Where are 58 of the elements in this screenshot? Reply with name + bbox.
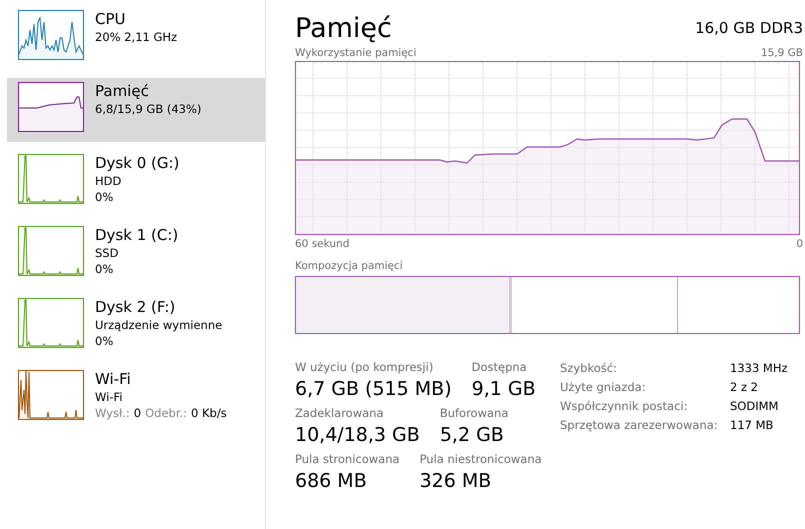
- usage-graph-thumbnail: [18, 226, 84, 276]
- stat-value: 9,1 GB: [472, 377, 536, 402]
- device-detail: 0%: [95, 189, 114, 205]
- graph-label: Wykorzystanie pamięci: [295, 46, 416, 60]
- property-label: Współczynnik postaci:: [560, 398, 688, 414]
- usage-graph-thumbnail: [18, 154, 84, 204]
- sidebar-item[interactable]: Dysk 1 (C:) SSD 0%: [7, 222, 265, 286]
- stat-label: Dostępna: [472, 360, 528, 375]
- device-detail: 0%: [95, 333, 114, 349]
- device-detail: Wi-Fi: [95, 389, 124, 405]
- device-name: Dysk 0 (G:): [95, 154, 180, 173]
- sidebar-item[interactable]: Dysk 2 (F:) Urządzenie wymienne 0%: [7, 294, 265, 358]
- property-label: Szybkość:: [560, 360, 618, 376]
- usage-graph-thumbnail: [18, 82, 84, 132]
- sidebar-item[interactable]: Pamięć 6,8/15,9 GB (43%): [7, 78, 265, 142]
- usage-graph-thumbnail: [18, 298, 84, 348]
- property-value: 117 MB: [730, 417, 774, 433]
- stat-value: 5,2 GB: [440, 423, 505, 448]
- property-value: 2 z 2: [730, 379, 759, 395]
- device-detail: HDD: [95, 173, 122, 189]
- device-detail: 0%: [95, 261, 114, 277]
- device-detail: SSD: [95, 245, 120, 261]
- stat-value: 6,7 GB (515 MB): [295, 377, 452, 402]
- graph-max: 15,9 GB: [760, 46, 803, 60]
- stat-value: 10,4/18,3 GB: [295, 423, 420, 448]
- device-detail: 6,8/15,9 GB (43%): [95, 101, 202, 117]
- property-label: Użyte gniazda:: [560, 379, 647, 395]
- page-title: Pamięć: [295, 12, 392, 46]
- stat-label: Pula niestronicowana: [420, 452, 542, 467]
- stat-value: 326 MB: [420, 469, 492, 494]
- usage-graph-thumbnail: [18, 370, 84, 420]
- stat-label: W użyciu (po kompresji): [295, 360, 434, 375]
- stat-value: 686 MB: [295, 469, 368, 494]
- device-name: CPU: [95, 10, 126, 29]
- device-name: Pamięć: [95, 82, 150, 101]
- rate-value: 0 Kb/s: [191, 405, 227, 421]
- property-value: SODIMM: [730, 398, 780, 414]
- memory-spec: 16,0 GB DDR3: [695, 18, 803, 39]
- property-value: 1333 MHz: [730, 360, 788, 376]
- sidebar-item[interactable]: Wi-Fi Wi-Fi Wysł.: 0 Odebr.: 0 Kb/s: [7, 366, 265, 430]
- stat-label: Buforowana: [440, 406, 508, 421]
- device-name: Dysk 1 (C:): [95, 226, 178, 245]
- sidebar-item[interactable]: Dysk 0 (G:) HDD 0%: [7, 150, 265, 214]
- device-detail: Urządzenie wymienne: [95, 317, 222, 333]
- device-name: Wi-Fi: [95, 370, 132, 389]
- stat-label: Zadeklarowana: [295, 406, 385, 421]
- sidebar-item[interactable]: CPU 20% 2,11 GHz: [7, 6, 265, 70]
- usage-graph-thumbnail: [18, 10, 84, 60]
- axis-label: 0: [796, 237, 803, 251]
- graph-label: Kompozycja pamięci: [295, 259, 403, 273]
- rate-value: 0: [134, 405, 142, 421]
- property-label: Sprzętowa zarezerwowana:: [560, 417, 719, 433]
- rate-label: Odebr.:: [145, 405, 188, 421]
- rate-label: Wysł.:: [95, 405, 130, 421]
- device-name: Dysk 2 (F:): [95, 298, 176, 317]
- device-detail: 20% 2,11 GHz: [95, 29, 178, 45]
- axis-label: 60 sekund: [295, 237, 350, 251]
- stat-label: Pula stronicowana: [295, 452, 400, 467]
